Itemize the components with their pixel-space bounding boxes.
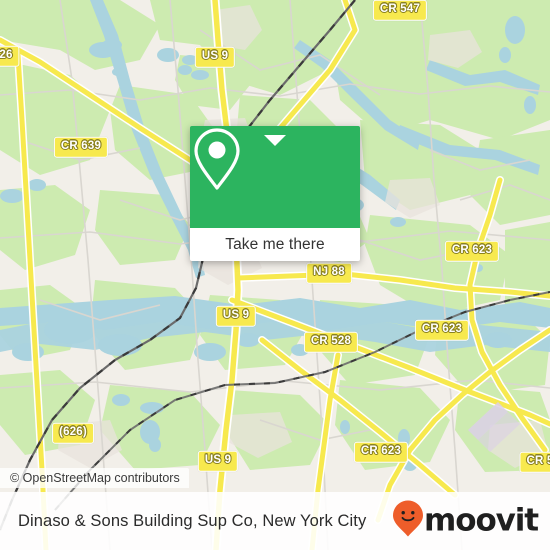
destination-callout[interactable]: Take me there (190, 126, 360, 261)
osm-attribution[interactable]: © OpenStreetMap contributors (0, 468, 189, 488)
road-shield-nj88: NJ 88 (306, 262, 352, 284)
moovit-pin-icon (393, 500, 424, 542)
road-shield-cr528: CR 528 (303, 331, 359, 353)
osm-attribution-text: © OpenStreetMap contributors (10, 471, 180, 485)
road-shield-us9-s: US 9 (197, 450, 239, 472)
road-shield-626: (626) (52, 422, 94, 444)
moovit-wordmark: moovit (424, 502, 539, 539)
road-shield-cr547: CR 547 (372, 0, 428, 21)
road-shield-cr639: CR 639 (53, 136, 109, 158)
callout-pointer (264, 135, 286, 146)
road-shield-cr526: 26 (0, 45, 20, 67)
map-screenshot: CR 547 US 9 26 CR 639 CR 623 NJ 88 US 9 … (0, 0, 550, 550)
take-me-there-label: Take me there (225, 235, 325, 253)
map-canvas[interactable]: CR 547 US 9 26 CR 639 CR 623 NJ 88 US 9 … (0, 0, 550, 550)
take-me-there-button[interactable]: Take me there (190, 228, 360, 261)
road-shield-cr623-ne: CR 623 (444, 240, 500, 262)
place-title: Dinaso & Sons Building Sup Co, New York … (18, 511, 367, 530)
road-shield-us9-c: US 9 (215, 305, 257, 327)
road-shield-cr623-e: CR 623 (414, 319, 470, 341)
road-shield-cr623-s: CR 623 (353, 441, 409, 463)
footer-bar: Dinaso & Sons Building Sup Co, New York … (0, 492, 550, 550)
road-shield-cr5-clipped: CR 5 (519, 451, 550, 473)
moovit-logo[interactable]: moovit (393, 500, 539, 542)
road-shield-us9-n: US 9 (194, 46, 236, 68)
